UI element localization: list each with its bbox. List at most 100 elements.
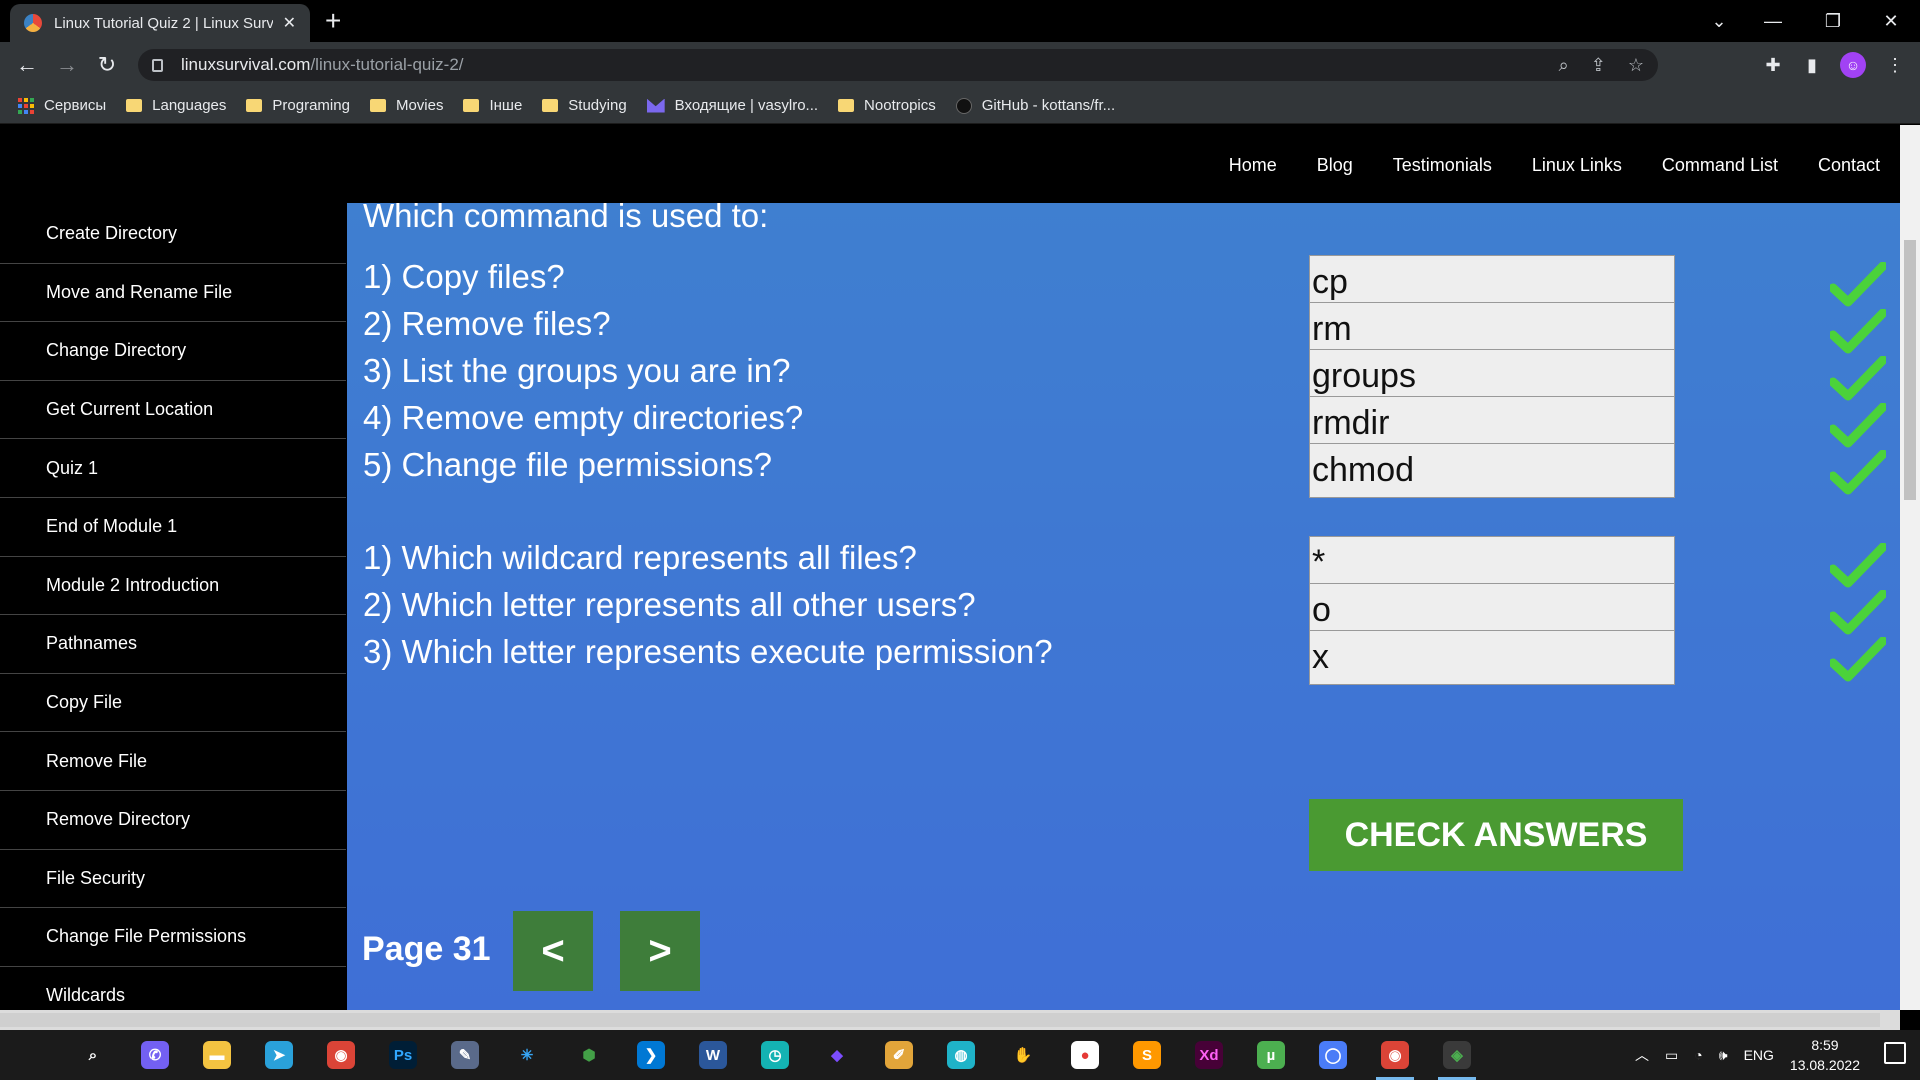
- search-taskbar-button[interactable]: ⌕: [62, 1030, 124, 1080]
- bookmark-item[interactable]: Інше: [463, 97, 522, 114]
- word-taskbar-button[interactable]: W: [682, 1030, 744, 1080]
- chat-taskbar-button[interactable]: ◯: [1302, 1030, 1364, 1080]
- tray-chevron-icon[interactable]: ︿: [1635, 1045, 1649, 1065]
- sidebar-item[interactable]: File Security: [0, 849, 346, 909]
- git-taskbar-button[interactable]: ◈: [1426, 1030, 1488, 1080]
- scrollbar-thumb[interactable]: [1904, 240, 1916, 500]
- snowflake-taskbar-button[interactable]: ✳: [496, 1030, 558, 1080]
- nav-link[interactable]: Contact: [1818, 155, 1880, 176]
- record-icon: ●: [1071, 1041, 1099, 1069]
- sidebar-item[interactable]: Copy File: [0, 673, 346, 733]
- forward-button[interactable]: →: [52, 50, 82, 80]
- sidebar-item[interactable]: Change File Permissions: [0, 908, 346, 967]
- zoom-icon[interactable]: ⌕: [1559, 55, 1569, 76]
- file-explorer-taskbar-button[interactable]: ▬: [186, 1030, 248, 1080]
- language-indicator[interactable]: ENG: [1744, 1047, 1774, 1063]
- share-icon[interactable]: ⇪: [1591, 55, 1606, 76]
- bookmark-label: Сервисы: [44, 97, 107, 114]
- side-panel-icon[interactable]: ▮: [1797, 50, 1827, 80]
- wifi-icon[interactable]: ◔: [1694, 1047, 1702, 1063]
- chrome-active-icon: ◉: [1381, 1041, 1409, 1069]
- bookmark-star-icon[interactable]: ☆: [1628, 55, 1644, 76]
- battery-icon[interactable]: ▭: [1665, 1047, 1678, 1064]
- chrome-taskbar-button[interactable]: ◉: [310, 1030, 372, 1080]
- bookmark-item[interactable]: Сервисы: [18, 97, 106, 114]
- clock-app-taskbar-button[interactable]: ◷: [744, 1030, 806, 1080]
- menu-icon[interactable]: ⋮: [1880, 50, 1910, 80]
- sidebar-item[interactable]: Quiz 1: [0, 439, 346, 498]
- sublime-taskbar-button[interactable]: S: [1116, 1030, 1178, 1080]
- restore-button[interactable]: ❐: [1810, 0, 1856, 42]
- sidebar-item[interactable]: Move and Rename File: [0, 263, 346, 323]
- telegram-taskbar-button[interactable]: ➤: [248, 1030, 310, 1080]
- bookmark-item[interactable]: Languages: [126, 97, 226, 114]
- answer-input[interactable]: x: [1309, 630, 1675, 685]
- record-taskbar-button[interactable]: ●: [1054, 1030, 1116, 1080]
- nav-link[interactable]: Blog: [1317, 155, 1353, 176]
- bookmark-item[interactable]: Nootropics: [838, 97, 936, 114]
- sidebar-item[interactable]: Module 2 Introduction: [0, 556, 346, 616]
- tab-search-chevron-icon[interactable]: ⌄: [1696, 0, 1742, 42]
- browser-tab[interactable]: Linux Tutorial Quiz 2 | Linux Survi ✕: [10, 4, 310, 42]
- brush-taskbar-button[interactable]: ✐: [868, 1030, 930, 1080]
- bookmark-item[interactable]: Входящие | vasylro...: [646, 97, 818, 114]
- sidebar-item[interactable]: Pathnames: [0, 615, 346, 674]
- address-bar[interactable]: linuxsurvival.com/linux-tutorial-quiz-2/…: [138, 49, 1658, 81]
- hand-taskbar-button[interactable]: ✋: [992, 1030, 1054, 1080]
- sidebar-item[interactable]: Change Directory: [0, 322, 346, 381]
- sidebar-item[interactable]: Remove Directory: [0, 790, 346, 850]
- clock[interactable]: 8:59 13.08.2022: [1790, 1035, 1860, 1075]
- nav-link[interactable]: Testimonials: [1393, 155, 1492, 176]
- sidebar-item[interactable]: Remove File: [0, 732, 346, 791]
- sidebar-item[interactable]: Get Current Location: [0, 380, 346, 440]
- vertical-scrollbar[interactable]: [1900, 125, 1920, 1010]
- photoshop-icon: Ps: [389, 1041, 417, 1069]
- bookmark-item[interactable]: Programing: [246, 97, 350, 114]
- extensions-icon[interactable]: ✚: [1758, 50, 1788, 80]
- scrollbar-thumb[interactable]: [0, 1013, 1880, 1027]
- bookmark-label: Programing: [272, 97, 350, 114]
- paint-taskbar-button[interactable]: ✎: [434, 1030, 496, 1080]
- profile-avatar[interactable]: ☺: [1838, 50, 1868, 80]
- photoshop-taskbar-button[interactable]: Ps: [372, 1030, 434, 1080]
- correct-checkmark-icon: [1828, 449, 1888, 496]
- new-tab-button[interactable]: +: [325, 6, 341, 36]
- volume-icon[interactable]: 🕪: [1719, 1047, 1728, 1064]
- reload-button[interactable]: ↻: [92, 50, 122, 80]
- sidebar-item[interactable]: Wildcards: [0, 966, 346, 1010]
- bookmark-label: GitHub - kottans/fr...: [981, 97, 1116, 114]
- prev-page-button[interactable]: <: [513, 911, 593, 991]
- vscode-taskbar-button[interactable]: ❯: [620, 1030, 682, 1080]
- next-page-button[interactable]: >: [620, 911, 700, 991]
- utorrent-taskbar-button[interactable]: µ: [1240, 1030, 1302, 1080]
- notifications-icon[interactable]: [1884, 1042, 1906, 1064]
- horizontal-scrollbar[interactable]: [0, 1010, 1900, 1030]
- hex-taskbar-button[interactable]: ⬢: [558, 1030, 620, 1080]
- globe-taskbar-button[interactable]: ◍: [930, 1030, 992, 1080]
- back-button[interactable]: ←: [12, 50, 42, 80]
- nav-link[interactable]: Command List: [1662, 155, 1778, 176]
- bookmark-item[interactable]: Movies: [369, 97, 443, 114]
- start-button[interactable]: [0, 1030, 62, 1080]
- sidebar-item[interactable]: Create Directory: [0, 205, 346, 264]
- answer-input[interactable]: chmod: [1309, 443, 1675, 498]
- minimize-button[interactable]: —: [1750, 0, 1796, 42]
- viber-taskbar-button[interactable]: ✆: [124, 1030, 186, 1080]
- obsidian-taskbar-button[interactable]: ◆: [806, 1030, 868, 1080]
- bookmark-item[interactable]: Studying: [542, 97, 627, 114]
- close-tab-icon[interactable]: ✕: [283, 13, 296, 33]
- lock-icon[interactable]: [152, 58, 163, 72]
- windows-taskbar: ⌕ ✆ ▬ ➤ ◉ Ps ✎ ✳ ⬢ ❯ W ◷ ◆ ✐ ◍ ✋ ● S Xd µ ◯ ◉ ◈ ︿ ▭ ◔ 🕪 ENG 8:…: [0, 1030, 1920, 1080]
- windows-logo-icon: [19, 1043, 43, 1067]
- check-answers-button[interactable]: CHECK ANSWERS: [1309, 799, 1683, 871]
- chrome-active-taskbar-button[interactable]: ◉: [1364, 1030, 1426, 1080]
- sidebar-item[interactable]: End of Module 1: [0, 497, 346, 557]
- close-window-button[interactable]: ✕: [1868, 0, 1914, 42]
- clock-app-icon: ◷: [761, 1041, 789, 1069]
- xd-taskbar-button[interactable]: Xd: [1178, 1030, 1240, 1080]
- nav-link[interactable]: Linux Links: [1532, 155, 1622, 176]
- correct-checkmark-icon: [1828, 636, 1888, 683]
- apps-icon: [18, 97, 34, 114]
- bookmark-item[interactable]: GitHub - kottans/fr...: [955, 97, 1116, 114]
- nav-link[interactable]: Home: [1229, 155, 1277, 176]
